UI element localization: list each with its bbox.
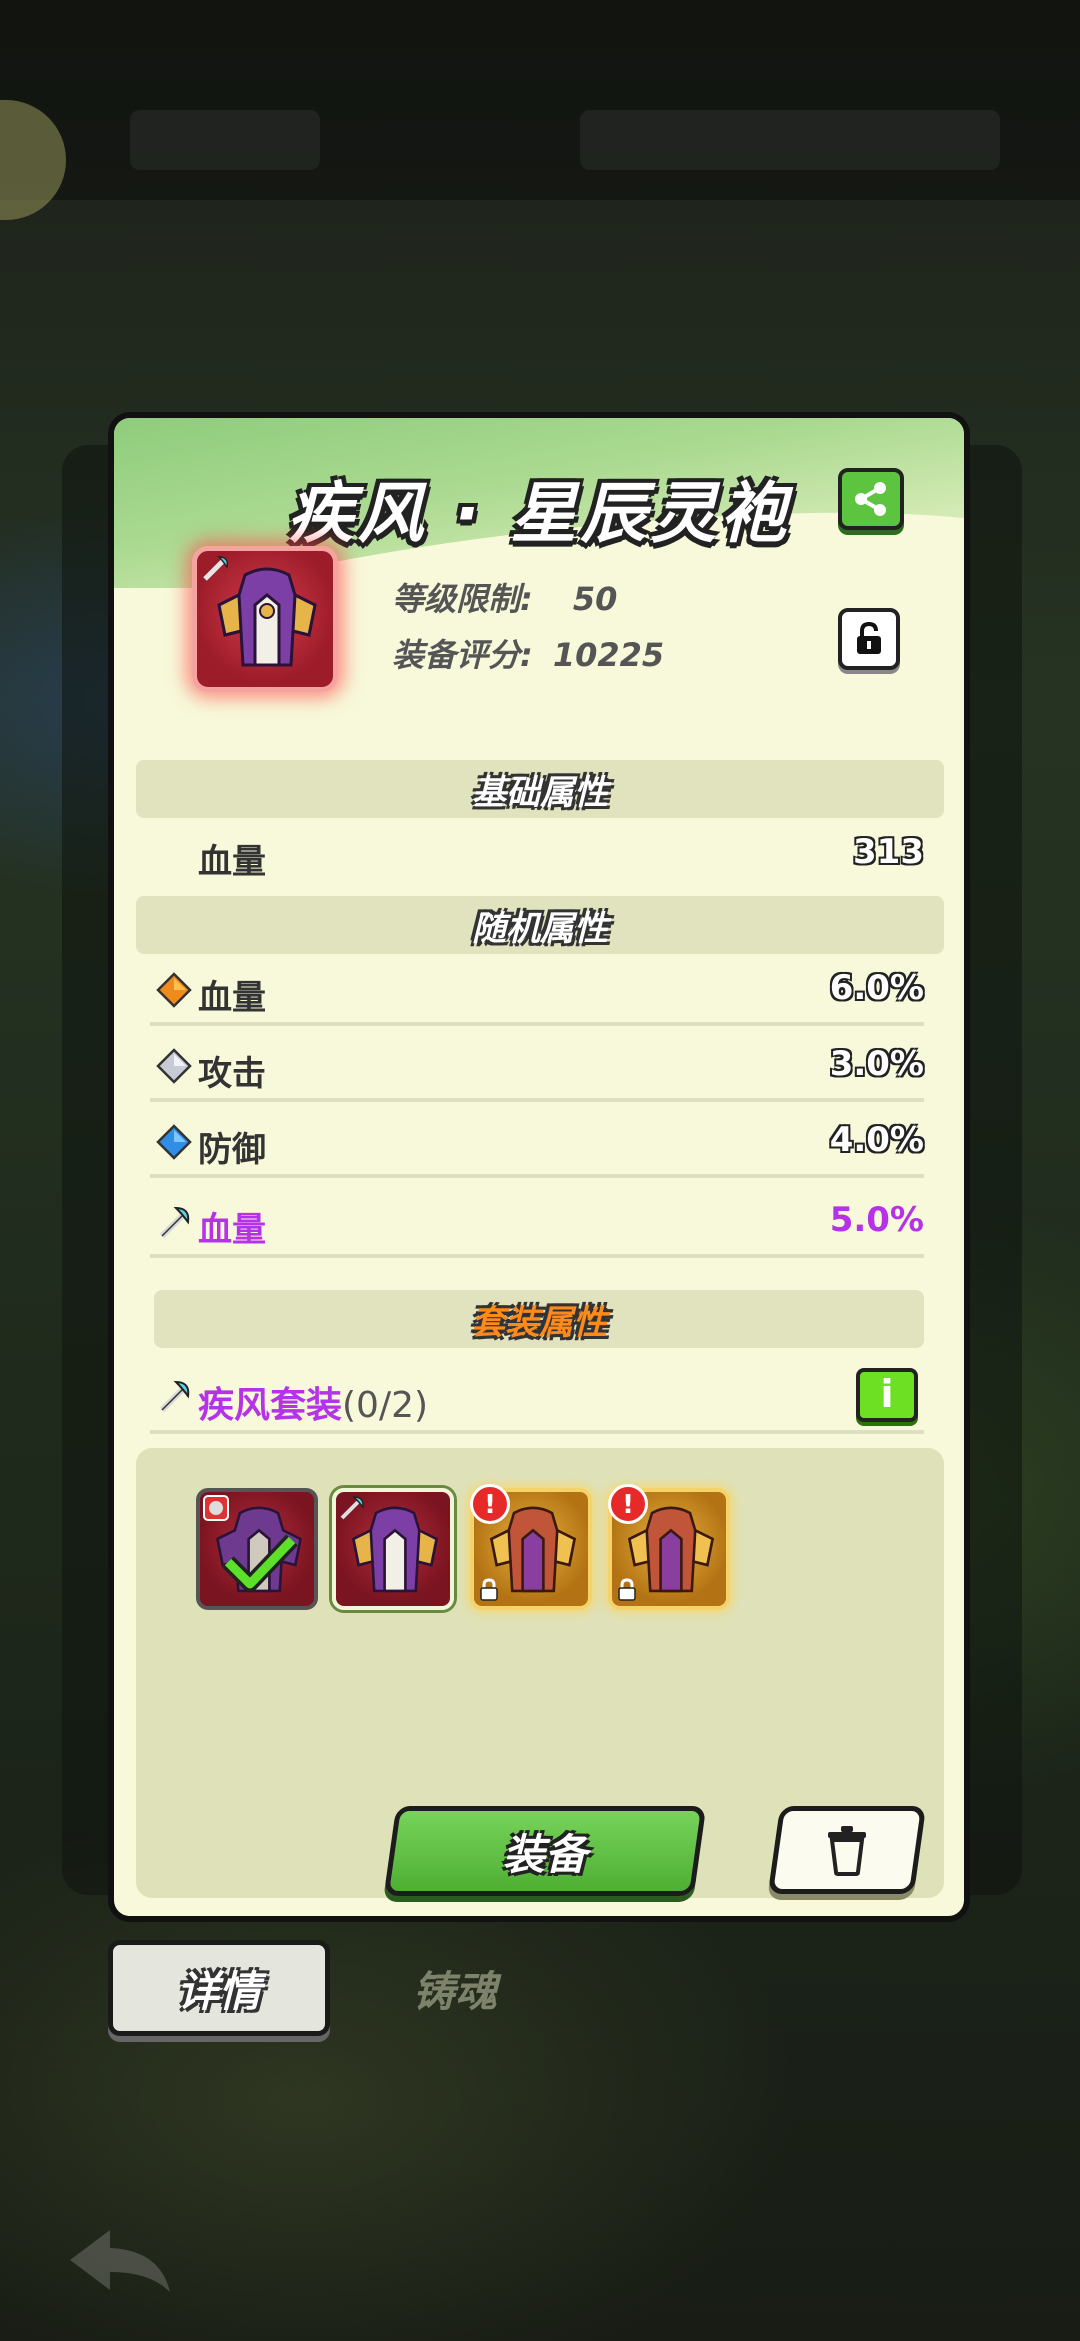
lock-icon xyxy=(480,1578,498,1601)
set-name-text: 疾风套装 xyxy=(198,1385,343,1426)
base-stat-value: 313 xyxy=(853,832,924,872)
info-icon: i xyxy=(880,1372,894,1416)
wind-sword-icon xyxy=(159,1206,190,1239)
level-limit-value: 50 xyxy=(572,580,618,618)
random-stat-row-special: 血量 5.0% xyxy=(150,1192,924,1258)
share-icon xyxy=(855,482,886,516)
trash-icon xyxy=(828,1826,866,1876)
item-icon-frame xyxy=(192,546,338,692)
base-stat-name: 血量 xyxy=(198,842,266,882)
random-stat-row: 攻击 3.0% xyxy=(150,1036,924,1102)
orange-diamond-icon xyxy=(156,972,192,1008)
equipment-detail-panel: 疾风 · 星辰灵袍 等级限制: 50 装备评分: 10225 基础属性 血量 3… xyxy=(108,412,970,1922)
alert-icon: ! xyxy=(608,1484,648,1524)
random-stat-value: 6.0% xyxy=(829,968,924,1008)
back-arrow-icon xyxy=(60,2220,180,2300)
alert-icon: ! xyxy=(470,1484,510,1524)
lock-icon xyxy=(857,622,881,654)
random-stat-name: 攻击 xyxy=(198,1054,266,1094)
checkmark-icon xyxy=(222,1534,298,1592)
random-stat-name: 血量 xyxy=(198,1210,266,1250)
blue-diamond-icon xyxy=(156,1124,192,1160)
lock-button[interactable] xyxy=(838,608,900,670)
set-info-row: 疾风套装(0/2) i xyxy=(150,1368,924,1434)
hud-resources xyxy=(580,110,1000,170)
equip-score-line: 装备评分: 10225 xyxy=(392,630,664,676)
random-stat-name: 防御 xyxy=(198,1130,266,1170)
armor-robe-icon xyxy=(217,567,317,667)
random-attributes-header: 随机属性 xyxy=(136,896,944,954)
random-stat-name: 血量 xyxy=(198,978,266,1018)
equip-button-label: 装备 xyxy=(502,1829,587,1879)
random-stat-value: 4.0% xyxy=(829,1120,924,1160)
equip-score-value: 10225 xyxy=(552,636,665,674)
random-stat-row: 血量 6.0% xyxy=(150,960,924,1026)
base-stat-row: 血量 313 xyxy=(150,824,924,886)
random-stat-row: 防御 4.0% xyxy=(150,1112,924,1178)
item-title: 疾风 · 星辰灵袍 xyxy=(287,475,791,552)
hud-bar xyxy=(130,110,320,170)
set-name: 疾风套装(0/2) xyxy=(198,1376,428,1428)
tab-details[interactable]: 详情 xyxy=(108,1940,330,2036)
set-piece-equipped[interactable] xyxy=(196,1488,318,1610)
set-piece-locked[interactable]: ! xyxy=(608,1484,730,1610)
equip-button[interactable]: 装备 xyxy=(383,1806,707,1896)
base-attributes-header: 基础属性 xyxy=(136,760,944,818)
wind-sword-icon xyxy=(159,1380,190,1413)
silver-diamond-icon xyxy=(156,1048,192,1084)
equip-score-label: 装备评分: xyxy=(392,636,533,674)
level-limit-line: 等级限制: 50 xyxy=(392,574,617,620)
share-button[interactable] xyxy=(838,468,904,530)
set-count: (0/2) xyxy=(342,1385,429,1426)
armor-robe-icon xyxy=(351,1506,439,1593)
discard-button[interactable] xyxy=(767,1806,927,1894)
set-piece-locked[interactable]: ! xyxy=(470,1484,592,1610)
level-limit-label: 等级限制: xyxy=(392,580,533,618)
set-attributes-header: 套装属性 xyxy=(154,1290,924,1348)
random-stat-value: 5.0% xyxy=(829,1200,924,1240)
random-stat-value: 3.0% xyxy=(829,1044,924,1084)
top-hud-dimmed xyxy=(0,0,1080,200)
lock-icon xyxy=(618,1578,636,1601)
set-info-button[interactable]: i xyxy=(856,1368,918,1422)
tab-soul-forge[interactable]: 铸魂 xyxy=(380,1940,530,2036)
set-piece-selected[interactable] xyxy=(332,1488,454,1610)
